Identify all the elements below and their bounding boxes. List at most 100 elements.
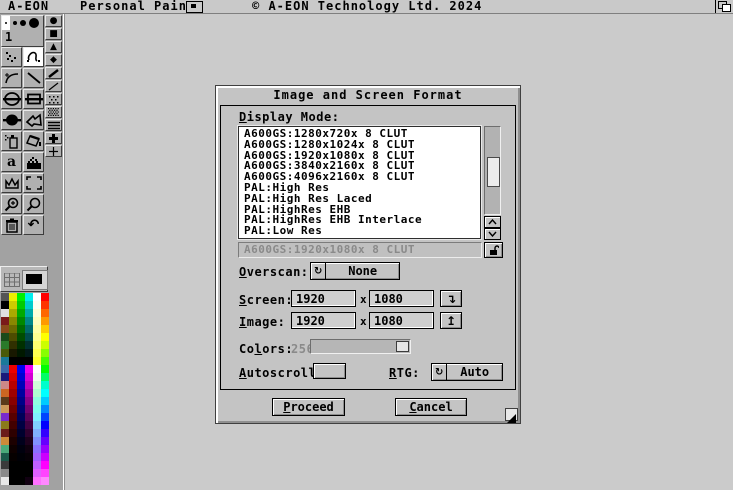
cancel-button[interactable]: Cancel <box>395 398 467 416</box>
curve-tool[interactable] <box>1 68 22 88</box>
palette-swatch[interactable] <box>33 437 41 445</box>
palette-swatch[interactable] <box>25 477 33 485</box>
palette-swatch[interactable] <box>41 309 49 317</box>
current-color-indicator[interactable] <box>22 270 48 290</box>
line-tool[interactable] <box>23 68 44 88</box>
trash-tool[interactable] <box>1 215 22 235</box>
palette-swatch[interactable] <box>33 477 41 485</box>
palette-swatch[interactable] <box>25 325 33 333</box>
palette-swatch[interactable] <box>41 365 49 373</box>
palette-swatch[interactable] <box>33 453 41 461</box>
palette-swatch[interactable] <box>9 397 17 405</box>
palette-swatch[interactable] <box>25 365 33 373</box>
overscan-cycle[interactable]: ↻ None <box>310 262 400 280</box>
screen-height-field[interactable] <box>369 290 434 307</box>
palette-swatch[interactable] <box>33 445 41 453</box>
palette-swatch[interactable] <box>17 413 25 421</box>
menu-item-aeon[interactable]: A-EON <box>8 0 49 13</box>
brush-1px[interactable] <box>2 16 10 30</box>
palette-swatch[interactable] <box>33 317 41 325</box>
copy-image-to-screen-button[interactable]: ↥ <box>440 312 462 329</box>
scroll-up-button[interactable] <box>484 216 501 228</box>
palette-swatch[interactable] <box>1 413 9 421</box>
palette-swatch[interactable] <box>33 349 41 357</box>
screen-width-field[interactable] <box>291 290 356 307</box>
palette-swatch[interactable] <box>25 301 33 309</box>
palette-swatch[interactable] <box>25 437 33 445</box>
palette-swatch[interactable] <box>17 381 25 389</box>
palette-swatch[interactable] <box>9 453 17 461</box>
scrollbar-thumb[interactable] <box>487 157 500 187</box>
rtg-cycle[interactable]: ↻ Auto <box>431 363 503 381</box>
palette-swatch[interactable] <box>33 333 41 341</box>
palette-swatch[interactable] <box>9 429 17 437</box>
smear-tool[interactable] <box>1 173 22 193</box>
palette-swatch[interactable] <box>41 333 49 341</box>
palette-swatch[interactable] <box>41 445 49 453</box>
brush-shape-sparse-dots[interactable] <box>45 93 62 105</box>
palette-swatch[interactable] <box>9 309 17 317</box>
palette-swatch[interactable] <box>33 461 41 469</box>
palette-swatch[interactable] <box>9 421 17 429</box>
palette-swatch[interactable] <box>1 317 9 325</box>
select-brush-tool[interactable] <box>23 173 44 193</box>
lock-button[interactable] <box>484 242 503 258</box>
palette-swatch[interactable] <box>25 429 33 437</box>
palette-swatch[interactable] <box>33 397 41 405</box>
display-mode-option[interactable]: PAL:Low Res <box>239 226 480 237</box>
palette-swatch[interactable] <box>17 389 25 397</box>
palette-swatch[interactable] <box>1 469 9 477</box>
palette-swatch[interactable] <box>1 373 9 381</box>
palette-swatch[interactable] <box>17 437 25 445</box>
palette-swatch[interactable] <box>17 397 25 405</box>
freehand-tool-selected[interactable] <box>23 47 44 67</box>
palette-swatch[interactable] <box>41 293 49 301</box>
colors-slider[interactable] <box>310 339 411 354</box>
palette-swatch[interactable] <box>25 317 33 325</box>
palette-swatch[interactable] <box>33 429 41 437</box>
palette-swatch[interactable] <box>33 421 41 429</box>
palette-swatch[interactable] <box>17 405 25 413</box>
palette-swatch[interactable] <box>1 293 9 301</box>
display-mode-scrollbar[interactable] <box>484 126 501 215</box>
scroll-down-button[interactable] <box>484 228 501 240</box>
palette-swatch[interactable] <box>41 373 49 381</box>
palette-swatch[interactable] <box>25 469 33 477</box>
palette-swatch[interactable] <box>25 349 33 357</box>
palette-swatch[interactable] <box>17 429 25 437</box>
palette-swatch[interactable] <box>25 333 33 341</box>
palette-swatch[interactable] <box>41 317 49 325</box>
palette-swatch[interactable] <box>33 357 41 365</box>
menu-item-program[interactable]: Personal Paint <box>80 0 195 13</box>
palette-swatch[interactable] <box>1 341 9 349</box>
palette-swatch[interactable] <box>17 477 25 485</box>
palette-swatch[interactable] <box>9 317 17 325</box>
brush-shape-hlines[interactable] <box>45 119 62 131</box>
palette-swatch[interactable] <box>41 349 49 357</box>
filled-ellipse-tool[interactable] <box>1 110 22 130</box>
palette-swatch[interactable] <box>41 301 49 309</box>
fill-tool[interactable] <box>23 131 44 151</box>
palette-swatch[interactable] <box>33 389 41 397</box>
palette-swatch[interactable] <box>41 429 49 437</box>
palette-swatch[interactable] <box>9 405 17 413</box>
polygon-tool[interactable] <box>23 110 44 130</box>
palette-swatch[interactable] <box>17 453 25 461</box>
palette-swatch[interactable] <box>41 341 49 349</box>
palette-swatch[interactable] <box>1 301 9 309</box>
palette-swatch[interactable] <box>25 389 33 397</box>
palette-swatch[interactable] <box>33 341 41 349</box>
brush-large-dot[interactable] <box>29 18 39 28</box>
palette-swatch[interactable] <box>25 421 33 429</box>
palette-swatch[interactable] <box>1 349 9 357</box>
palette-swatch[interactable] <box>1 365 9 373</box>
image-height-field[interactable] <box>369 312 434 329</box>
palette-swatch[interactable] <box>1 357 9 365</box>
dialog-resize-gadget[interactable] <box>505 408 518 421</box>
brush-shape-circle[interactable]: ● <box>45 15 62 27</box>
image-width-field[interactable] <box>291 312 356 329</box>
palette-swatch[interactable] <box>17 309 25 317</box>
brush-shape-thin-line[interactable] <box>45 80 62 92</box>
palette-swatch[interactable] <box>1 421 9 429</box>
palette-swatch[interactable] <box>17 421 25 429</box>
